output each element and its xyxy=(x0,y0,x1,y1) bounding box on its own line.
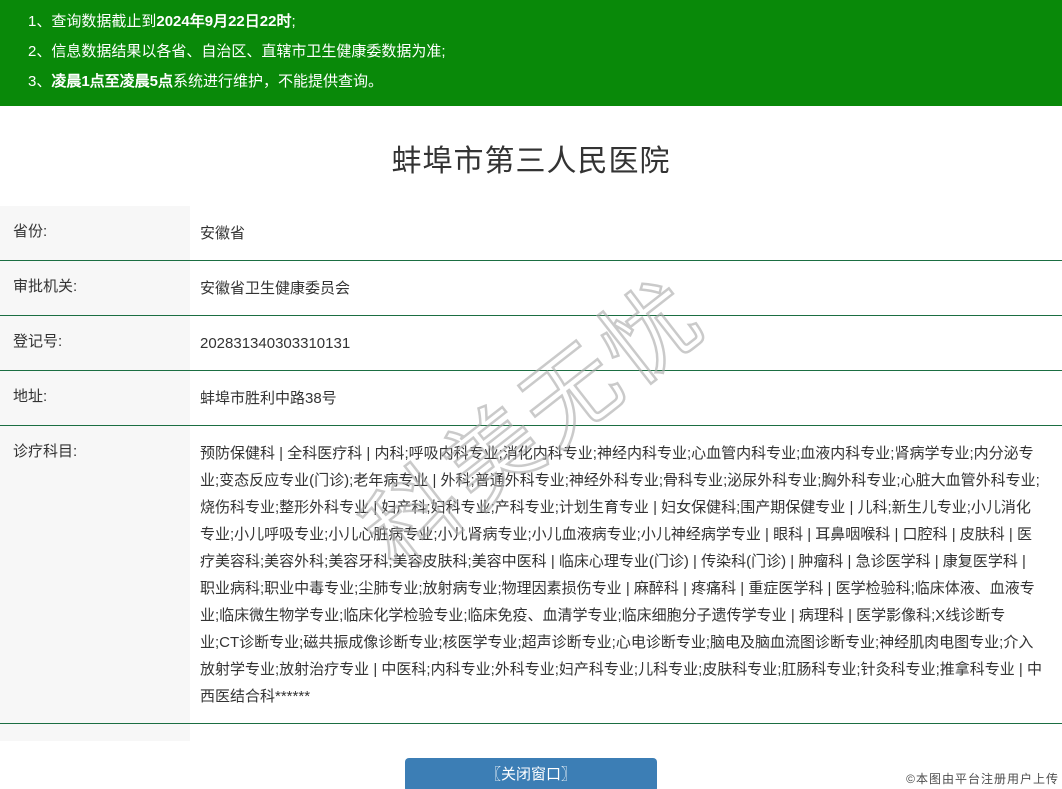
table-row: 登记号: 202831340303310131 xyxy=(0,316,1062,371)
field-label-province: 省份: xyxy=(0,206,190,261)
notice-number: 1、 xyxy=(28,13,51,30)
table-spacer-row xyxy=(0,724,1062,741)
spacer-value-cell xyxy=(190,724,1062,741)
query-result-page: 1、查询数据截止到2024年9月22日22时; 2、信息数据结果以各省、自治区、… xyxy=(0,0,1062,789)
notice-text: ; xyxy=(291,13,295,30)
field-value-medical-departments: 预防保健科 | 全科医疗科 | 内科;呼吸内科专业;消化内科专业;神经内科专业;… xyxy=(190,426,1062,724)
field-value-approval-authority: 安徽省卫生健康委员会 xyxy=(190,261,1062,316)
field-label-medical-departments: 诊疗科目: xyxy=(0,426,190,724)
notice-number: 3、 xyxy=(28,73,51,90)
field-value-province: 安徽省 xyxy=(190,206,1062,261)
table-row: 诊疗科目: 预防保健科 | 全科医疗科 | 内科;呼吸内科专业;消化内科专业;神… xyxy=(0,426,1062,724)
notice-number: 2、 xyxy=(28,43,51,60)
notice-text: 信息数据结果以各省、自治区、直辖市卫生健康委数据为准; xyxy=(51,43,445,60)
page-title: 蚌埠市第三人民医院 xyxy=(0,136,1062,180)
notice-text-bold: 凌晨1点至凌晨5点 xyxy=(51,73,173,90)
upload-copyright-note: ©本图由平台注册用户上传 xyxy=(906,770,1059,787)
field-label-address: 地址: xyxy=(0,371,190,426)
table-row: 省份: 安徽省 xyxy=(0,206,1062,261)
notice-item: 1、查询数据截止到2024年9月22日22时; xyxy=(0,7,1062,37)
hospital-info-table: 省份: 安徽省 审批机关: 安徽省卫生健康委员会 登记号: 2028313403… xyxy=(0,206,1062,741)
close-window-button[interactable]: 〖关闭窗口〗 xyxy=(405,758,657,789)
field-label-registration-number: 登记号: xyxy=(0,316,190,371)
field-value-address: 蚌埠市胜利中路38号 xyxy=(190,371,1062,426)
notice-text: 查询数据截止到 xyxy=(51,13,156,30)
notice-text: 系统进行维护，不能提供查询。 xyxy=(173,73,383,90)
field-label-approval-authority: 审批机关: xyxy=(0,261,190,316)
notice-item: 2、信息数据结果以各省、自治区、直辖市卫生健康委数据为准; xyxy=(0,37,1062,67)
field-value-registration-number: 202831340303310131 xyxy=(190,316,1062,371)
table-row: 地址: 蚌埠市胜利中路38号 xyxy=(0,371,1062,426)
notice-item: 3、凌晨1点至凌晨5点系统进行维护，不能提供查询。 xyxy=(0,67,1062,97)
button-row: 〖关闭窗口〗 xyxy=(0,758,1062,789)
table-row: 审批机关: 安徽省卫生健康委员会 xyxy=(0,261,1062,316)
notice-banner: 1、查询数据截止到2024年9月22日22时; 2、信息数据结果以各省、自治区、… xyxy=(0,0,1062,106)
notice-text-bold: 2024年9月22日22时 xyxy=(156,13,291,30)
spacer-label-cell xyxy=(0,724,190,741)
